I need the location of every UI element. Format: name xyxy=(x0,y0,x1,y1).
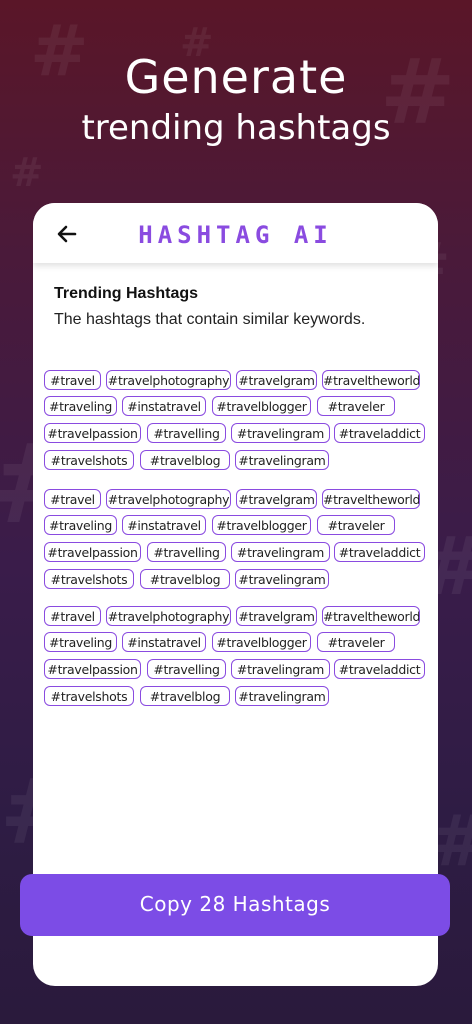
app-title: HASHTAG AI xyxy=(138,221,333,249)
hashtag-chip[interactable]: #travelphotography xyxy=(106,606,231,626)
hashtag-chip[interactable]: #travelpassion xyxy=(44,423,141,443)
hashtag-chip[interactable]: #travelingram xyxy=(235,450,329,470)
hashtag-chip[interactable]: #traveler xyxy=(317,632,395,652)
hashtag-chip[interactable]: #travelpassion xyxy=(44,659,141,679)
hashtag-chip[interactable]: #traveling xyxy=(44,396,117,416)
hashtag-chip[interactable]: #travelblogger xyxy=(212,396,311,416)
hashtag-chip[interactable]: #travelling xyxy=(147,423,226,443)
section-subtitle: The hashtags that contain similar keywor… xyxy=(54,311,366,328)
hashtag-chip[interactable]: #travel xyxy=(44,606,101,626)
hashtag-chip[interactable]: #traveladdict xyxy=(334,659,425,679)
hashtag-chip[interactable]: #instatravel xyxy=(122,515,206,535)
hashtag-chip[interactable]: #travelblog xyxy=(140,450,230,470)
hashtag-chip[interactable]: #traveladdict xyxy=(334,542,425,562)
app-card: HASHTAG AI Trending Hashtags The hashtag… xyxy=(33,203,438,986)
hashtag-chip[interactable]: #travelingram xyxy=(235,569,329,589)
hashtag-chip[interactable]: #travelphotography xyxy=(106,489,231,509)
hashtag-chip[interactable]: #travelgram xyxy=(236,606,317,626)
hashtag-chip[interactable]: #travel xyxy=(44,489,101,509)
hashtag-chip[interactable]: #travel xyxy=(44,370,101,390)
hashtag-chip[interactable]: #traveltheworld xyxy=(322,370,420,390)
hashtag-chip[interactable]: #travelingram xyxy=(235,686,329,706)
app-top-bar: HASHTAG AI xyxy=(33,203,438,263)
headline-line-1: Generate xyxy=(124,50,348,104)
hashtag-chip[interactable]: #travelblog xyxy=(140,686,230,706)
copy-hashtags-button[interactable]: Copy 28 Hashtags xyxy=(20,874,450,936)
hashtag-chip[interactable]: #travelshots xyxy=(44,686,134,706)
hashtag-chip[interactable]: #traveltheworld xyxy=(322,489,420,509)
hashtag-chip[interactable]: #instatravel xyxy=(122,632,206,652)
hashtag-chip[interactable]: #travelgram xyxy=(236,370,317,390)
hashtag-chip[interactable]: #travelling xyxy=(147,659,226,679)
hashtag-chip[interactable]: #travelpassion xyxy=(44,542,141,562)
hashtag-chip[interactable]: #traveltheworld xyxy=(322,606,420,626)
hashtag-chip[interactable]: #travelphotography xyxy=(106,370,231,390)
hashtag-chip[interactable]: #travelingram xyxy=(231,542,330,562)
hashtag-chip[interactable]: #traveling xyxy=(44,515,117,535)
hashtag-chip[interactable]: #travelblogger xyxy=(212,515,311,535)
hashtag-chip[interactable]: #instatravel xyxy=(122,396,206,416)
headline-line-2: trending hashtags xyxy=(81,108,391,148)
hashtag-chip[interactable]: #traveler xyxy=(317,515,395,535)
hashtag-chip[interactable]: #travelingram xyxy=(231,659,330,679)
hashtag-chip[interactable]: #travelgram xyxy=(236,489,317,509)
hashtag-chip[interactable]: #traveler xyxy=(317,396,395,416)
hashtag-chip[interactable]: #travelingram xyxy=(231,423,330,443)
hashtag-chip[interactable]: #travelshots xyxy=(44,569,134,589)
section-title: Trending Hashtags xyxy=(54,285,199,302)
hashtag-chip[interactable]: #traveling xyxy=(44,632,117,652)
hashtag-chip[interactable]: #travelblogger xyxy=(212,632,311,652)
hashtag-chip[interactable]: #travelling xyxy=(147,542,226,562)
hashtag-chip[interactable]: #travelshots xyxy=(44,450,134,470)
hashtag-chip[interactable]: #travelblog xyxy=(140,569,230,589)
hashtag-chip[interactable]: #traveladdict xyxy=(334,423,425,443)
